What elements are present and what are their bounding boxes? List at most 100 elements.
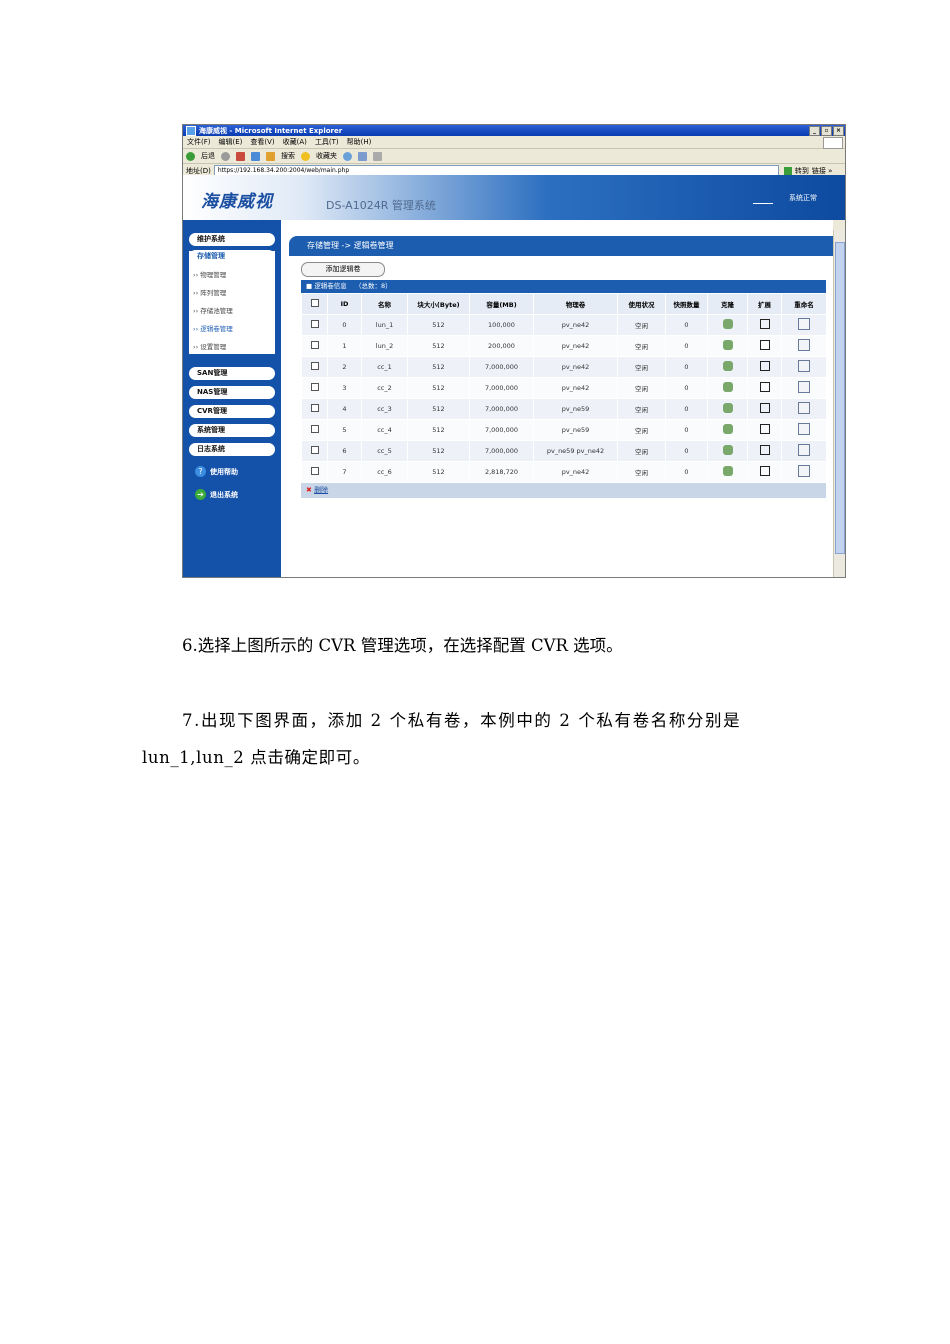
sidebar-subitem-physical[interactable]: ›› 物理管理 xyxy=(193,269,226,279)
links-button[interactable]: 链接 » xyxy=(812,166,833,176)
rename-icon[interactable] xyxy=(781,314,827,336)
sidebar-subitem-settings[interactable]: ›› 设置管理 xyxy=(193,341,226,351)
clone-icon[interactable] xyxy=(707,314,748,336)
menu-tools[interactable]: 工具(T) xyxy=(315,137,339,147)
page-scrollbar[interactable] xyxy=(833,230,845,577)
cell-id: 1 xyxy=(327,335,362,357)
sidebar-item-nas[interactable]: NAS管理 xyxy=(189,386,275,399)
expand-icon[interactable] xyxy=(747,377,782,399)
clone-icon[interactable] xyxy=(707,335,748,357)
menu-file[interactable]: 文件(F) xyxy=(187,137,211,147)
refresh-icon[interactable] xyxy=(251,151,260,161)
row-checkbox[interactable] xyxy=(301,377,328,399)
cell-capacity: 200,000 xyxy=(469,335,534,357)
clone-icon[interactable] xyxy=(707,398,748,420)
forward-icon[interactable] xyxy=(221,151,230,161)
stop-icon[interactable] xyxy=(236,151,245,161)
row-checkbox[interactable] xyxy=(301,335,328,357)
logout-link[interactable]: 退出系统 xyxy=(210,490,238,500)
go-button[interactable]: 转到 xyxy=(795,166,809,176)
browser-toolbar: 后退 搜索 收藏夹 xyxy=(183,149,845,164)
row-checkbox[interactable] xyxy=(301,314,328,336)
menu-favorites[interactable]: 收藏(A) xyxy=(283,137,307,147)
cell-name: cc_5 xyxy=(361,440,408,462)
close-icon[interactable]: × xyxy=(833,126,844,136)
clone-icon[interactable] xyxy=(707,356,748,378)
sidebar-subitem-lun[interactable]: ›› 逻辑卷管理 xyxy=(193,323,233,333)
select-all-checkbox[interactable] xyxy=(301,293,328,315)
clone-icon[interactable] xyxy=(707,419,748,441)
back-icon[interactable] xyxy=(186,151,195,161)
cell-id: 4 xyxy=(327,398,362,420)
rename-icon[interactable] xyxy=(781,377,827,399)
minimize-icon[interactable]: _ xyxy=(809,126,820,136)
storage-submenu xyxy=(189,251,275,354)
star-icon[interactable] xyxy=(301,151,310,161)
print-icon[interactable] xyxy=(373,151,382,161)
maximize-icon[interactable]: ▫ xyxy=(821,126,832,136)
clone-icon[interactable] xyxy=(707,461,748,483)
cell-usage: 空闲 xyxy=(617,419,666,441)
home-icon[interactable] xyxy=(266,151,275,161)
help-link[interactable]: 使用帮助 xyxy=(210,467,238,477)
cell-snapshots: 0 xyxy=(665,377,708,399)
address-value: https://192.168.34.200:2004/web/main.php xyxy=(217,167,350,174)
delete-link[interactable]: 删除 xyxy=(314,486,328,494)
clone-icon[interactable] xyxy=(707,440,748,462)
rename-icon[interactable] xyxy=(781,335,827,357)
cell-snapshots: 0 xyxy=(665,314,708,336)
scrollbar-thumb[interactable] xyxy=(835,242,845,554)
expand-icon[interactable] xyxy=(747,356,782,378)
row-checkbox[interactable] xyxy=(301,419,328,441)
rename-icon[interactable] xyxy=(781,356,827,378)
cell-id: 7 xyxy=(327,461,362,483)
go-icon[interactable] xyxy=(783,166,792,175)
expand-icon[interactable] xyxy=(747,461,782,483)
sidebar-item-system[interactable]: 系统管理 xyxy=(189,424,275,437)
cell-physical-volume: pv_ne59 xyxy=(533,398,618,420)
cell-physical-volume: pv_ne59 xyxy=(533,419,618,441)
sidebar-item-cvr[interactable]: CVR管理 xyxy=(189,405,275,418)
table-row: 2 cc_1 512 7,000,000 pv_ne42 空闲 0 xyxy=(301,356,827,378)
logout-icon[interactable]: ➔ xyxy=(195,489,206,500)
expand-icon[interactable] xyxy=(747,398,782,420)
sidebar-item-san[interactable]: SAN管理 xyxy=(189,367,275,380)
sidebar-item-log[interactable]: 日志系统 xyxy=(189,443,275,456)
expand-icon[interactable] xyxy=(747,440,782,462)
cell-snapshots: 0 xyxy=(665,356,708,378)
menu-help[interactable]: 帮助(H) xyxy=(347,137,372,147)
cell-block-size: 512 xyxy=(407,356,470,378)
cell-usage: 空闲 xyxy=(617,356,666,378)
delete-icon[interactable]: ✖ xyxy=(306,486,312,494)
search-button[interactable]: 搜索 xyxy=(281,151,295,161)
menu-view[interactable]: 查看(V) xyxy=(250,137,274,147)
row-checkbox[interactable] xyxy=(301,440,328,462)
clone-icon[interactable] xyxy=(707,377,748,399)
history-icon[interactable] xyxy=(343,151,352,161)
row-checkbox[interactable] xyxy=(301,461,328,483)
mail-icon[interactable] xyxy=(358,151,367,161)
expand-icon[interactable] xyxy=(747,419,782,441)
cell-name: lun_1 xyxy=(361,314,408,336)
row-checkbox[interactable] xyxy=(301,356,328,378)
expand-icon[interactable] xyxy=(747,335,782,357)
rename-icon[interactable] xyxy=(781,461,827,483)
favorites-button[interactable]: 收藏夹 xyxy=(316,151,337,161)
sidebar-item-storage[interactable]: 存储管理 xyxy=(189,250,275,263)
sidebar-item-maintenance[interactable]: 维护系统 xyxy=(189,233,275,246)
table-row: 3 cc_2 512 7,000,000 pv_ne42 空闲 0 xyxy=(301,377,827,399)
rename-icon[interactable] xyxy=(781,440,827,462)
sidebar-subitem-array[interactable]: ›› 阵列管理 xyxy=(193,287,226,297)
rename-icon[interactable] xyxy=(781,398,827,420)
back-button[interactable]: 后退 xyxy=(201,151,215,161)
row-checkbox[interactable] xyxy=(301,398,328,420)
add-lun-button[interactable]: 添加逻辑卷 xyxy=(301,262,385,277)
help-icon[interactable]: ? xyxy=(195,466,206,477)
sidebar-subitem-pool[interactable]: ›› 存储池管理 xyxy=(193,305,233,315)
col-header-name: 名称 xyxy=(361,293,408,315)
cell-capacity: 7,000,000 xyxy=(469,398,534,420)
rename-icon[interactable] xyxy=(781,419,827,441)
menu-edit[interactable]: 编辑(E) xyxy=(219,137,243,147)
expand-icon[interactable] xyxy=(747,314,782,336)
table-row: 7 cc_6 512 2,818,720 pv_ne42 空闲 0 xyxy=(301,461,827,483)
